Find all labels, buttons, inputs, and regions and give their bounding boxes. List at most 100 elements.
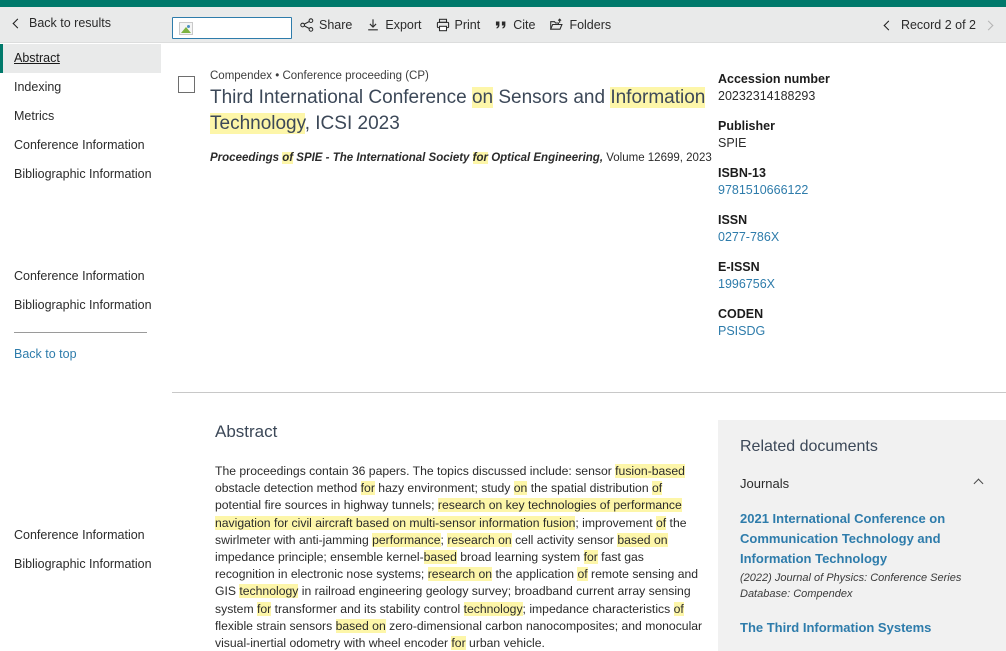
broken-image-icon [179, 21, 193, 35]
next-record-icon[interactable] [983, 20, 994, 30]
search-term-highlight: research on key technologies of performa… [215, 498, 682, 530]
toolbar-actions: Share Export Print Cite Folders [300, 18, 611, 32]
folders-label: Folders [569, 18, 612, 32]
previous-record-icon[interactable] [883, 20, 894, 30]
sidebar-item-label: Conference Information [14, 528, 145, 542]
folder-add-icon [549, 18, 564, 32]
related-documents-panel: Related documents Journals 2021 Internat… [718, 420, 1006, 651]
emphasis-text: SPIE - The International Society [293, 152, 473, 164]
sidebar-item-abstract[interactable]: Abstract [0, 44, 161, 73]
search-term-highlight: performance [372, 532, 441, 547]
meta-separator: • [275, 70, 280, 82]
content-divider [172, 392, 1006, 393]
printer-icon [436, 18, 450, 32]
search-term-highlight: Information Technology [210, 87, 706, 134]
cite-label: Cite [513, 18, 536, 32]
metadata-value-link[interactable]: 9781510666122 [718, 183, 998, 197]
metadata-label: ISBN-13 [718, 166, 766, 180]
search-term-highlight: on [471, 87, 494, 108]
emphasis-text: for [472, 152, 488, 164]
related-journals-section-toggle[interactable]: Journals [740, 476, 984, 491]
sidebar-item-metrics[interactable]: Metrics [0, 102, 161, 131]
sidebar-item-label: Abstract [14, 51, 60, 65]
record-title[interactable]: Third International Conference on Sensor… [210, 85, 721, 137]
metadata-label: CODEN [718, 307, 764, 321]
metadata-value-link[interactable]: PSISDG [718, 324, 998, 338]
sidebar-item-conference-information-2[interactable]: Conference Information [0, 262, 161, 291]
metadata-label: E-ISSN [718, 260, 760, 274]
search-term-highlight: of [577, 567, 588, 582]
search-input[interactable] [172, 17, 292, 39]
database-label: Compendex [210, 70, 273, 82]
abstract-heading: Abstract [215, 422, 278, 441]
sidebar-item-label: Bibliographic Information [14, 557, 152, 571]
share-icon [300, 18, 314, 32]
metadata-field: CODEN PSISDG [718, 307, 998, 338]
sidebar-item-label: Metrics [14, 109, 55, 123]
record-header: Compendex • Conference proceeding (CP) T… [161, 70, 721, 164]
share-button[interactable]: Share [300, 18, 352, 32]
sidebar-item-bibliographic-information-2[interactable]: Bibliographic Information [0, 291, 161, 320]
search-term-highlight: for [360, 481, 375, 496]
search-term-highlight: based on [617, 532, 668, 547]
related-document-title-link[interactable]: 2021 International Conference on Communi… [740, 509, 984, 569]
sidebar-item-label: Conference Information [14, 138, 145, 152]
search-term-highlight: research on [447, 532, 512, 547]
metadata-value-link[interactable]: 1996756X [718, 277, 998, 291]
record-detail-page: Back to results Share Export Print Cite … [0, 0, 1006, 651]
metadata-value-link[interactable]: 0277-786X [718, 230, 998, 244]
emphasis-text: Optical Engineering, [488, 152, 604, 164]
search-term-highlight: of [652, 481, 663, 496]
sidebar-item-label: Bibliographic Information [14, 298, 152, 312]
related-document-item: 2021 International Conference on Communi… [740, 509, 984, 601]
sidebar-item-conference-information-3[interactable]: Conference Information [0, 521, 161, 550]
search-term-highlight: of [282, 152, 294, 164]
search-term-highlight: for [472, 152, 488, 164]
section-nav-sidebar: Abstract Indexing Metrics Conference Inf… [0, 44, 161, 651]
sidebar-item-indexing[interactable]: Indexing [0, 73, 161, 102]
document-type-label: Conference proceeding (CP) [282, 70, 429, 82]
record-select-checkbox[interactable] [178, 76, 195, 93]
related-document-source: (2022) Journal of Physics: Conference Se… [740, 572, 962, 584]
sidebar-item-bibliographic-information[interactable]: Bibliographic Information [0, 160, 161, 189]
folders-button[interactable]: Folders [549, 18, 611, 32]
share-label: Share [319, 18, 353, 32]
metadata-value: SPIE [718, 136, 747, 150]
export-label: Export [385, 18, 422, 32]
print-button[interactable]: Print [436, 18, 481, 32]
metadata-label: Publisher [718, 119, 775, 133]
search-term-highlight: based on [335, 618, 386, 633]
sidebar-item-label: Bibliographic Information [14, 167, 152, 181]
related-document-title-link[interactable]: The Third Information Systems [740, 618, 984, 638]
related-document-item: The Third Information Systems [740, 618, 984, 638]
back-to-top-label: Back to top [14, 347, 77, 361]
cite-button[interactable]: Cite [494, 18, 535, 32]
record-navigation: Record 2 of 2 [883, 18, 994, 32]
back-to-results-label: Back to results [29, 16, 111, 30]
print-label: Print [454, 18, 481, 32]
chevron-up-icon [973, 478, 984, 489]
metadata-field: E-ISSN 1996756X [718, 260, 998, 291]
emphasis-text: of [282, 152, 294, 164]
export-button[interactable]: Export [366, 18, 422, 32]
abstract-text: The proceedings contain 36 papers. The t… [215, 464, 703, 651]
search-term-highlight: for [583, 550, 598, 565]
related-document-database: Database: Compendex [740, 588, 853, 600]
back-to-results-button[interactable]: Back to results [12, 16, 111, 30]
download-icon [366, 18, 380, 32]
sidebar-item-label: Indexing [14, 80, 62, 94]
metadata-field: ISBN-13 9781510666122 [718, 166, 998, 197]
metadata-label: ISSN [718, 213, 748, 227]
metadata-label: Accession number [718, 72, 830, 86]
sidebar-item-bibliographic-information-3[interactable]: Bibliographic Information [0, 550, 161, 579]
sidebar-item-label: Conference Information [14, 269, 145, 283]
metadata-field: Publisher SPIE [718, 119, 998, 150]
sidebar-item-conference-information[interactable]: Conference Information [0, 131, 161, 160]
search-term-highlight: of [656, 515, 667, 530]
search-term-highlight: for [451, 636, 466, 651]
metadata-field: Accession number 20232314188293 [718, 72, 998, 103]
back-to-top-link[interactable]: Back to top [0, 333, 161, 361]
record-counter-label: Record 2 of 2 [900, 18, 976, 32]
